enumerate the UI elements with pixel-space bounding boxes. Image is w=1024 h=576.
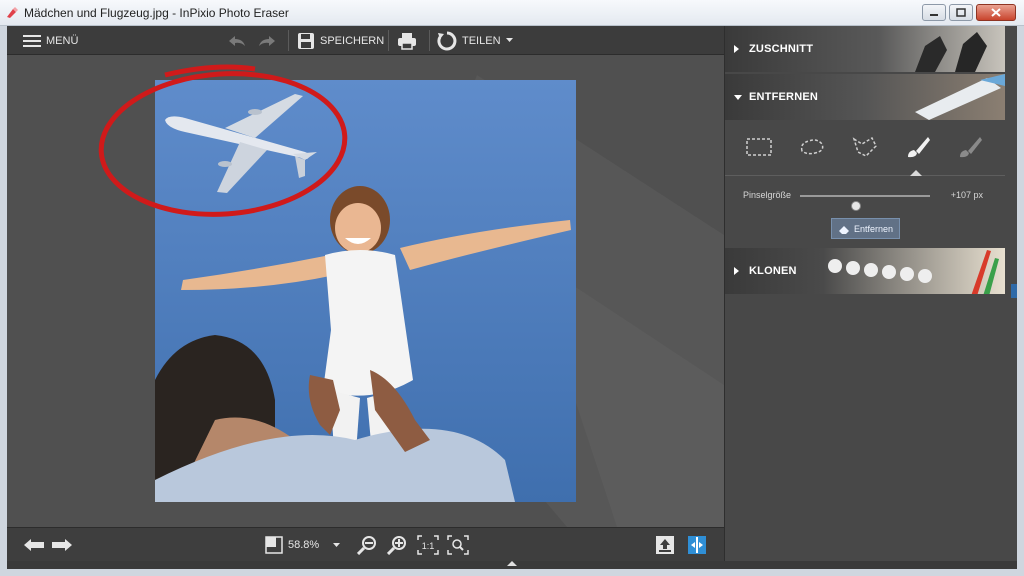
redo-button[interactable] <box>257 26 277 55</box>
zoom-out-button[interactable] <box>357 528 377 562</box>
zoom-out-icon <box>357 536 376 555</box>
zoom-in-button[interactable] <box>387 528 407 562</box>
printer-icon <box>398 32 416 50</box>
menu-button[interactable]: MENÜ <box>23 26 78 55</box>
active-tool-indicator <box>910 170 922 176</box>
section-remove-label: ENTFERNEN <box>749 91 819 103</box>
window-title-bar: Mädchen und Flugzeug.jpg - InPixio Photo… <box>0 0 1024 26</box>
annotation-circle <box>98 64 348 217</box>
menu-label: MENÜ <box>46 34 79 47</box>
section-clone-label: KLONEN <box>749 265 797 277</box>
remove-button-label: Entfernen <box>853 223 894 234</box>
brush-size-row: Pinselgröße +107 px <box>725 184 1005 211</box>
brush-size-value: +107 px <box>950 190 983 200</box>
next-image-button[interactable] <box>51 528 73 562</box>
brush-tool[interactable] <box>903 132 933 162</box>
selection-tools <box>725 124 1005 176</box>
maximize-button[interactable] <box>949 4 973 21</box>
section-crop[interactable]: ZUSCHNITT <box>725 26 1005 72</box>
undo-icon <box>229 35 245 46</box>
svg-text:1:1: 1:1 <box>422 541 435 551</box>
toolbar-divider <box>429 30 430 51</box>
redo-icon <box>259 35 275 46</box>
eraser-brush-tool[interactable] <box>955 132 985 162</box>
rectangle-select-tool[interactable] <box>744 132 774 162</box>
section-crop-label: ZUSCHNITT <box>749 43 814 55</box>
remove-button[interactable]: Entfernen <box>831 218 900 239</box>
section-clone[interactable]: KLONEN <box>725 248 1005 294</box>
zoom-select[interactable]: 58.8% <box>265 528 341 562</box>
brush-icon <box>908 137 930 158</box>
chevron-down-icon <box>505 38 513 42</box>
print-button[interactable] <box>397 26 417 55</box>
window-title: Mädchen und Flugzeug.jpg - InPixio Photo… <box>24 6 289 20</box>
maximize-icon <box>956 8 966 17</box>
panel-collapse-tab[interactable] <box>1011 284 1017 298</box>
share-label: TEILEN <box>462 34 501 47</box>
export-button[interactable] <box>655 528 675 562</box>
lasso-select-icon <box>800 139 824 155</box>
actual-size-button[interactable]: 1:1 <box>417 528 439 562</box>
expand-arrow-icon <box>734 267 739 275</box>
arrow-right-icon <box>52 539 72 551</box>
fit-view-icon <box>265 536 283 554</box>
top-toolbar: MENÜ SPEICHERN TEILEN <box>7 26 724 55</box>
polygon-lasso-icon <box>852 136 877 157</box>
lasso-select-tool[interactable] <box>797 132 827 162</box>
toolbar-divider <box>388 30 389 51</box>
app-icon <box>7 7 18 18</box>
fit-zoom-button[interactable] <box>447 528 469 562</box>
toolbar-divider <box>288 30 289 51</box>
close-icon <box>991 8 1001 17</box>
zoom-value: 58.8% <box>288 539 320 551</box>
bottom-toolbar: 58.8% 1:1 <box>7 527 724 561</box>
hamburger-icon <box>23 34 41 47</box>
brush-size-slider-thumb[interactable] <box>850 201 861 211</box>
expand-arrow-icon <box>734 45 739 53</box>
rectangle-select-icon <box>746 138 772 156</box>
minimize-button[interactable] <box>922 4 946 21</box>
brush-size-slider[interactable] <box>800 195 930 211</box>
save-label: SPEICHERN <box>320 34 385 47</box>
chevron-down-icon <box>333 542 341 547</box>
previous-image-button[interactable] <box>23 528 45 562</box>
zoom-fit-icon <box>447 535 469 555</box>
collapse-arrow-icon <box>734 95 742 100</box>
undo-button[interactable] <box>227 26 247 55</box>
share-button[interactable]: TEILEN <box>437 26 513 55</box>
minimize-icon <box>930 13 938 16</box>
close-button[interactable] <box>976 4 1016 21</box>
compare-view-button[interactable] <box>687 528 707 562</box>
save-button[interactable]: SPEICHERN <box>297 26 384 55</box>
app-frame: MENÜ SPEICHERN TEILEN 58.8% 1:1 ZUSCHNIT… <box>7 26 1017 569</box>
right-panel: ZUSCHNITT ENTFERNEN Pinselgröße +107 px … <box>724 26 1017 561</box>
compare-icon <box>688 536 706 554</box>
brush-size-label: Pinselgröße <box>743 190 792 200</box>
zoom-in-icon <box>387 536 406 555</box>
image-canvas[interactable] <box>7 55 724 527</box>
expand-up-icon[interactable] <box>507 561 517 566</box>
polygon-lasso-tool[interactable] <box>850 132 880 162</box>
share-icon <box>437 31 457 50</box>
save-icon <box>298 32 314 49</box>
upload-icon <box>656 536 674 554</box>
section-remove[interactable]: ENTFERNEN <box>725 74 1005 120</box>
actual-size-icon: 1:1 <box>417 535 439 555</box>
eraser-brush-icon <box>960 137 982 158</box>
arrow-left-icon <box>24 539 44 551</box>
eraser-icon <box>838 225 849 234</box>
